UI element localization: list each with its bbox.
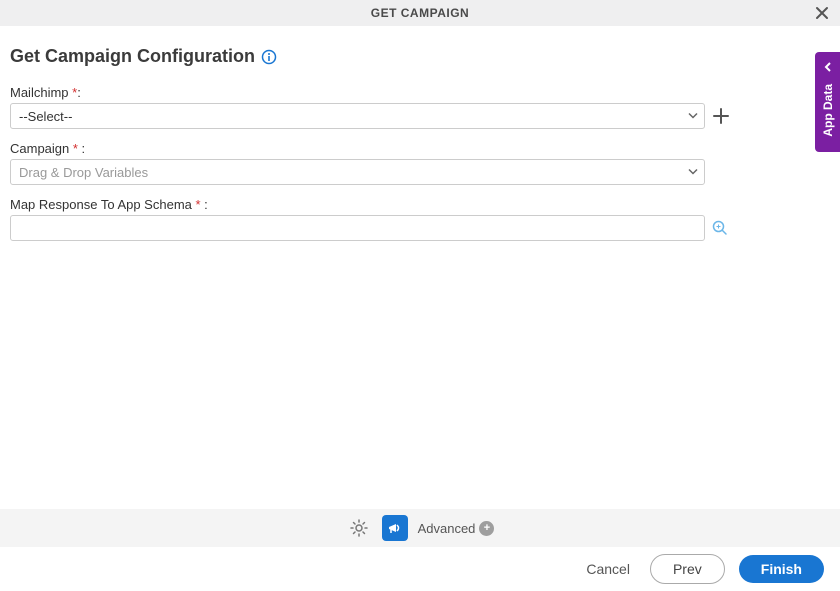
app-data-label: App Data [821,84,835,137]
field-mailchimp: Mailchimp *: --Select-- [10,85,830,129]
search-schema-button[interactable] [711,219,729,237]
label-colon: : [78,141,85,156]
field-map-response: Map Response To App Schema * : [10,197,830,241]
mailchimp-label: Mailchimp *: [10,85,830,100]
section-title-row: Get Campaign Configuration [10,46,830,67]
map-response-input[interactable] [10,215,705,241]
label-colon: : [77,85,81,100]
chevron-left-icon [822,60,834,78]
plus-circle-icon: + [479,521,494,536]
campaign-label: Campaign * : [10,141,830,156]
chevron-down-icon [688,109,698,124]
field-campaign: Campaign * : Drag & Drop Variables [10,141,830,185]
mailchimp-row: --Select-- [10,103,830,129]
info-icon[interactable] [261,49,277,65]
label-colon: : [201,197,208,212]
toolbar: Advanced + [0,509,840,547]
map-response-row [10,215,830,241]
advanced-toggle[interactable]: Advanced + [418,521,495,536]
campaign-row: Drag & Drop Variables [10,159,830,185]
close-icon[interactable] [814,5,830,21]
advanced-label: Advanced [418,521,476,536]
prev-button[interactable]: Prev [650,554,725,584]
app-data-tab[interactable]: App Data [815,52,840,152]
map-response-label-text: Map Response To App Schema [10,197,196,212]
mailchimp-select-value: --Select-- [19,109,72,124]
campaign-label-text: Campaign [10,141,73,156]
add-connection-button[interactable] [711,106,731,126]
mailchimp-label-text: Mailchimp [10,85,72,100]
chevron-down-icon [688,165,698,180]
section-title: Get Campaign Configuration [10,46,255,67]
map-response-label: Map Response To App Schema * : [10,197,830,212]
dialog-footer: Cancel Prev Finish [0,547,840,591]
campaign-select-placeholder: Drag & Drop Variables [19,165,148,180]
dialog-title: GET CAMPAIGN [371,6,469,20]
dialog-header: GET CAMPAIGN [0,0,840,26]
settings-button[interactable] [346,515,372,541]
campaign-select[interactable]: Drag & Drop Variables [10,159,705,185]
megaphone-button[interactable] [382,515,408,541]
finish-button[interactable]: Finish [739,555,824,583]
dialog-content: Get Campaign Configuration Mailchimp *: … [0,26,840,241]
mailchimp-select[interactable]: --Select-- [10,103,705,129]
cancel-button[interactable]: Cancel [580,555,636,583]
